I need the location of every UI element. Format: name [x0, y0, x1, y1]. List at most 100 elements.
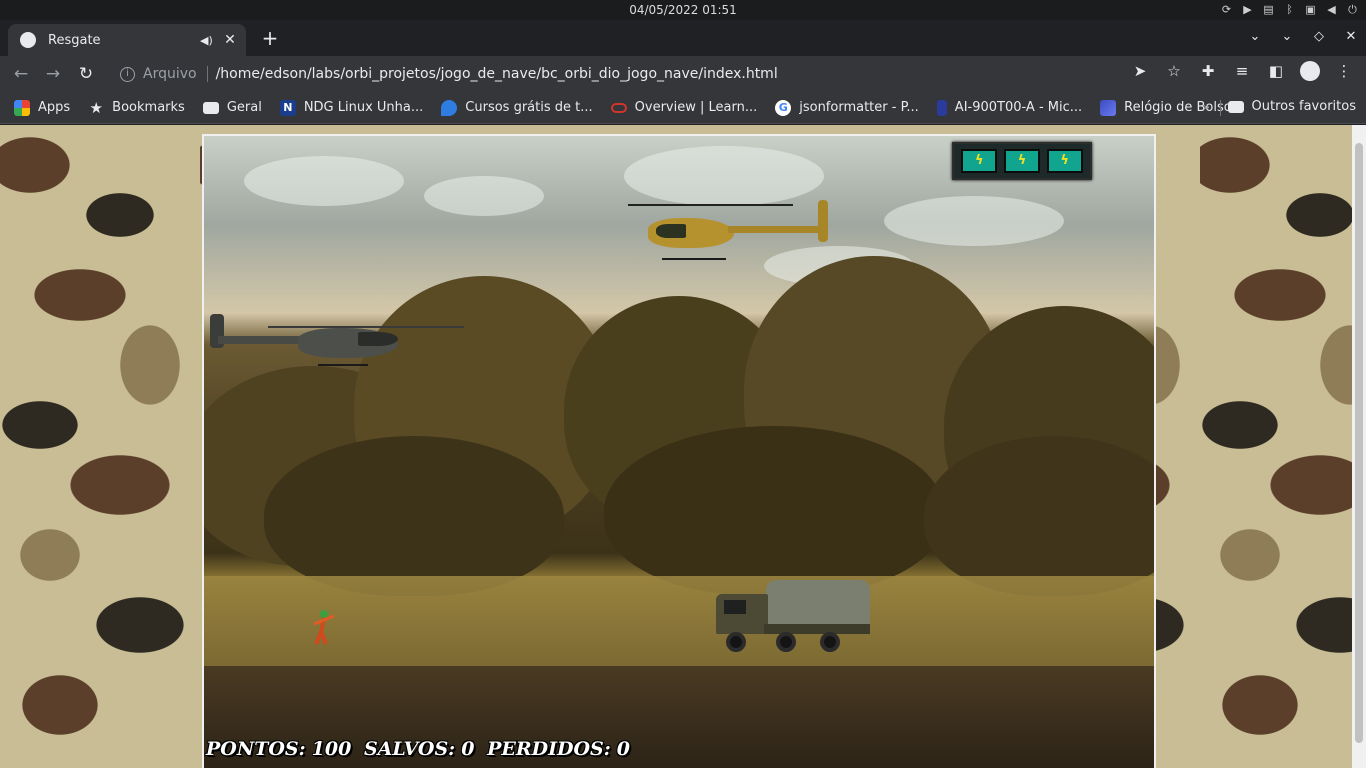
- bookmark-label: Overview | Learn...: [634, 100, 758, 115]
- back-button[interactable]: ←: [8, 61, 34, 87]
- bookmark-relogio[interactable]: Relógio de Bolso...: [1100, 99, 1244, 116]
- bookmark-overview[interactable]: Overview | Learn...: [610, 100, 758, 115]
- helicopter-tail: [728, 226, 822, 233]
- power-icon[interactable]: ⏻: [1345, 2, 1360, 17]
- browser-toolbar: ← → ↻ i Arquivo /home/edson/labs/orbi_pr…: [0, 56, 1366, 92]
- bookmark-geral[interactable]: Geral: [202, 100, 262, 115]
- close-icon[interactable]: ✕: [222, 32, 238, 48]
- scrollbar-thumb[interactable]: [1355, 143, 1363, 743]
- star-bookmark-icon[interactable]: ☆: [1164, 59, 1184, 83]
- cloud: [244, 156, 404, 206]
- wheel: [820, 632, 840, 652]
- maximize-icon[interactable]: ◇: [1310, 26, 1328, 48]
- tab-search-icon[interactable]: ⌄: [1246, 26, 1264, 48]
- send-icon[interactable]: ➤: [1130, 59, 1150, 83]
- saved-label: SALVOS:: [363, 738, 456, 760]
- bookmark-label: Outros favoritos: [1251, 99, 1356, 114]
- lost-label: PERDIDOS:: [487, 738, 611, 760]
- energy-cell-lightning-icon: ϟ: [961, 149, 998, 173]
- google-g-icon: G: [775, 99, 792, 116]
- energy-cell-lightning-icon: ϟ: [1046, 149, 1083, 173]
- page-background: ϟ ϟ ϟ PONTOS: 100 SALVOS: 0 PERDIDOS: 0: [0, 125, 1352, 768]
- forward-button[interactable]: →: [40, 61, 66, 87]
- info-icon[interactable]: i: [120, 66, 135, 82]
- display-icon[interactable]: ▣: [1303, 2, 1318, 17]
- globe-icon: [20, 32, 36, 48]
- os-top-bar: 04/05/2022 01:51 ⟳ ▶ ▤ ᛒ ▣ ◀ ⏻: [0, 0, 1366, 20]
- bookmark-label: jsonformatter - P...: [799, 100, 919, 115]
- more-bookmarks-icon[interactable]: »: [1203, 100, 1210, 114]
- truck-window: [724, 600, 746, 614]
- tree: [604, 426, 944, 596]
- system-tray: ⟳ ▶ ▤ ᛒ ▣ ◀ ⏻: [1219, 2, 1360, 17]
- bookmark-label: NDG Linux Unha...: [303, 100, 424, 115]
- grass-field: [204, 576, 1154, 676]
- address-bar[interactable]: i Arquivo /home/edson/labs/orbi_projetos…: [108, 59, 1196, 89]
- wheel: [726, 632, 746, 652]
- bookmark-bookmarks[interactable]: ★ Bookmarks: [88, 98, 185, 117]
- menu-kebab-icon[interactable]: ⋮: [1334, 59, 1354, 83]
- energy-cell-lightning-icon: ϟ: [1003, 149, 1040, 173]
- tree: [924, 436, 1154, 596]
- bookmark-label: AI-900T00-A - Mic...: [954, 100, 1083, 115]
- apps-grid-icon: [14, 99, 30, 116]
- bookmark-label: Bookmarks: [112, 100, 185, 115]
- tab-resgate[interactable]: Resgate ◀) ✕: [8, 24, 246, 56]
- wave-icon: [1100, 99, 1117, 116]
- bookmark-ndg[interactable]: N NDG Linux Unha...: [279, 99, 424, 116]
- rotor: [628, 204, 793, 206]
- star-icon: ★: [89, 98, 103, 117]
- game-area[interactable]: ϟ ϟ ϟ PONTOS: 100 SALVOS: 0 PERDIDOS: 0: [202, 134, 1156, 768]
- cockpit: [358, 332, 398, 346]
- saved-value: 0: [461, 738, 475, 760]
- score-display: PONTOS: 100 SALVOS: 0 PERDIDOS: 0: [206, 738, 636, 760]
- bluetooth-icon[interactable]: ᛒ: [1282, 2, 1297, 17]
- ndg-n-icon: N: [279, 99, 296, 116]
- score-value: 100: [311, 738, 352, 760]
- wheel: [776, 632, 796, 652]
- profile-avatar[interactable]: [1300, 61, 1320, 81]
- bookmark-ai900[interactable]: AI-900T00-A - Mic...: [936, 99, 1083, 116]
- page-scrollbar[interactable]: [1352, 125, 1366, 768]
- bookmark-label: Relógio de Bolso...: [1124, 100, 1244, 115]
- tab-strip: Resgate ◀) ✕ + ⌄ ⌄ ◇ ✕: [0, 20, 1366, 56]
- media-queue-icon[interactable]: ≡: [1232, 59, 1252, 83]
- bookmark-label: Geral: [226, 100, 262, 115]
- minimize-icon[interactable]: ⌄: [1278, 26, 1296, 48]
- cockpit: [656, 224, 686, 238]
- energy-bar: ϟ ϟ ϟ: [952, 142, 1092, 180]
- tree: [264, 436, 564, 596]
- reload-button[interactable]: ↻: [73, 61, 99, 87]
- audio-playing-icon[interactable]: ◀): [200, 34, 216, 47]
- extensions-puzzle-icon[interactable]: ✚: [1198, 59, 1218, 83]
- cloud: [424, 176, 544, 216]
- sync-icon[interactable]: ⟳: [1219, 2, 1234, 17]
- tail-rotor: [818, 200, 828, 242]
- clipboard-icon[interactable]: ▤: [1261, 2, 1276, 17]
- army-truck: [716, 580, 870, 652]
- bookmark-jsonformatter[interactable]: G jsonformatter - P...: [775, 99, 919, 116]
- new-tab-button[interactable]: +: [258, 26, 282, 50]
- bookmark-cursos[interactable]: Cursos grátis de t...: [441, 99, 593, 116]
- skid: [318, 364, 368, 366]
- volume-icon[interactable]: ◀: [1324, 2, 1339, 17]
- side-panel-icon[interactable]: ◧: [1266, 59, 1286, 83]
- media-play-icon[interactable]: ▶: [1240, 2, 1255, 17]
- divider: [206, 66, 208, 82]
- folder-icon: [1227, 100, 1244, 113]
- cloud: [624, 146, 824, 206]
- close-window-icon[interactable]: ✕: [1342, 26, 1360, 48]
- doc-icon: [936, 99, 947, 116]
- helicopter-tail: [218, 336, 308, 344]
- url-text[interactable]: /home/edson/labs/orbi_projetos/jogo_de_n…: [216, 66, 1196, 82]
- bookmark-apps[interactable]: Apps: [14, 99, 70, 116]
- os-clock: 04/05/2022 01:51: [629, 3, 737, 17]
- skid: [662, 258, 726, 260]
- enemy-helicopter: [628, 200, 838, 262]
- player-helicopter: [208, 314, 468, 378]
- bookmark-other-folder[interactable]: Outros favoritos: [1227, 99, 1356, 114]
- lost-value: 0: [616, 738, 630, 760]
- rotor: [268, 326, 464, 328]
- scheme-label: Arquivo: [143, 66, 197, 82]
- tab-title: Resgate: [48, 32, 101, 48]
